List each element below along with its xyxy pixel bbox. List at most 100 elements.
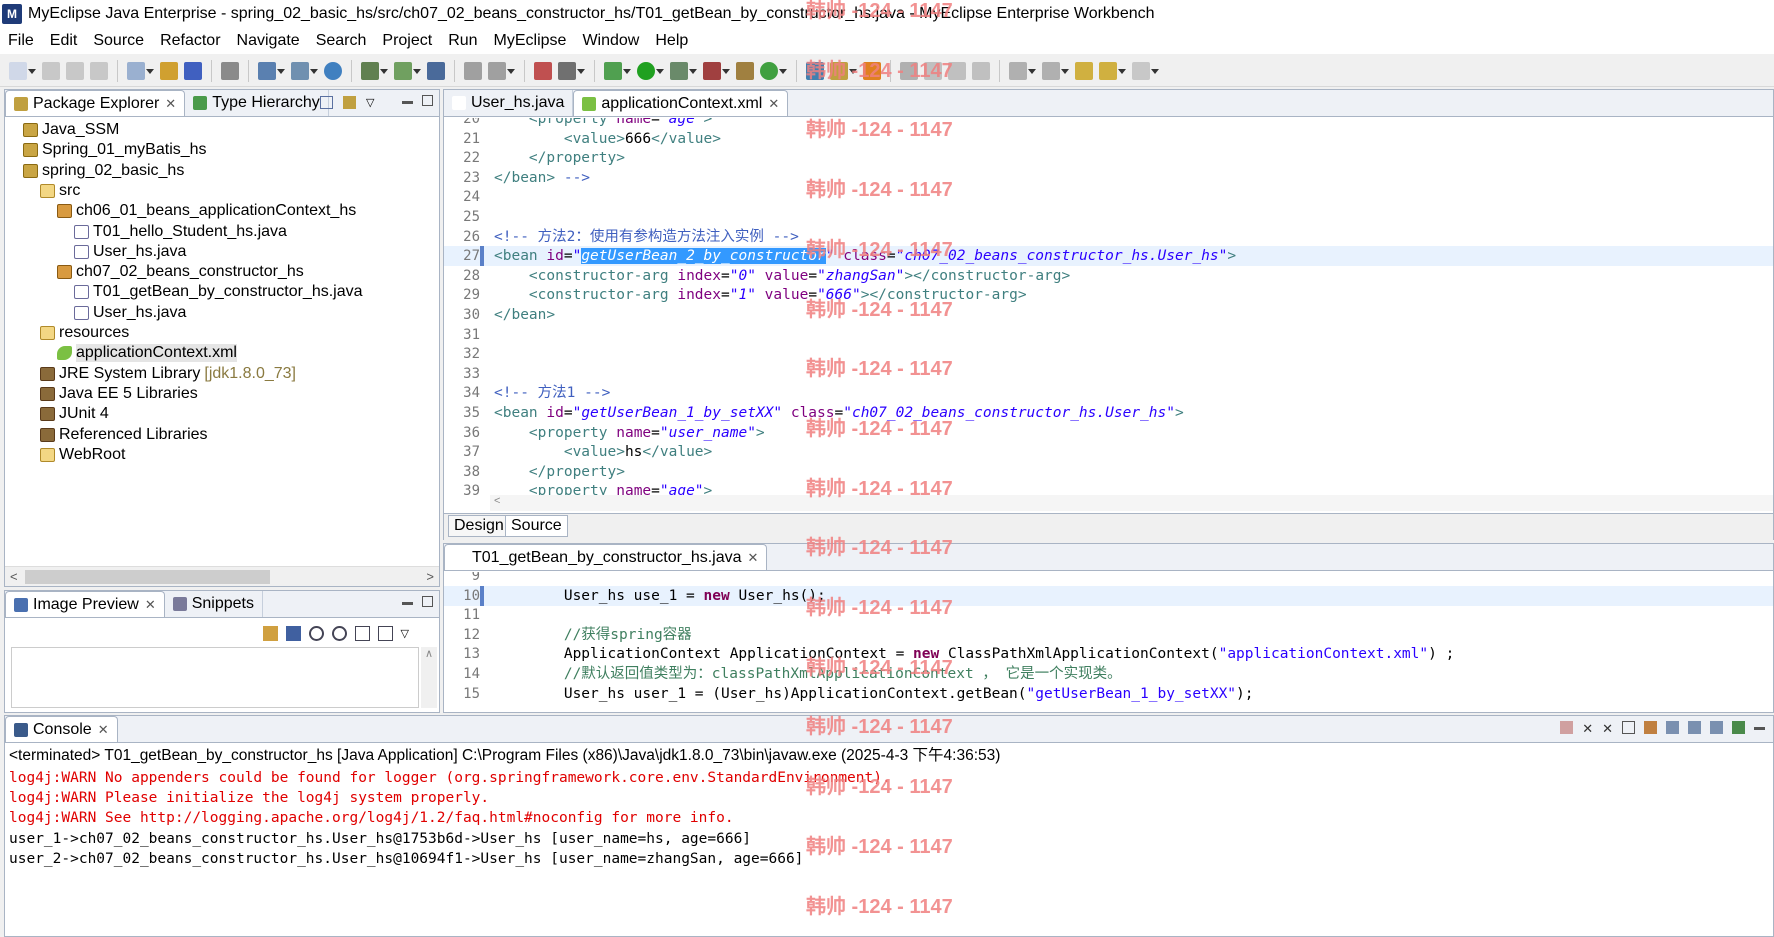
- tree-item[interactable]: Java_SSM: [23, 120, 119, 140]
- code-line[interactable]: 33: [444, 364, 1773, 384]
- code-line[interactable]: 13 ApplicationContext ApplicationContext…: [444, 644, 1773, 664]
- tree-item[interactable]: User_hs.java: [74, 303, 186, 323]
- java-source-code[interactable]: 9 10 User_hs use_1 = new User_hs(); 11 12 /…: [444, 572, 1773, 714]
- external-tools-icon[interactable]: [703, 61, 730, 80]
- annotation-icon[interactable]: [900, 61, 918, 80]
- editor-horizontal-scrollbar[interactable]: <: [490, 495, 1773, 511]
- tab-type-hierarchy[interactable]: Type Hierarchy: [185, 90, 329, 116]
- close-icon[interactable]: ✕: [145, 597, 156, 613]
- code-line[interactable]: 15 User_hs user_1 = (User_hs)Application…: [444, 684, 1773, 704]
- code-line[interactable]: 32: [444, 344, 1773, 364]
- menu-item-search[interactable]: Search: [308, 28, 375, 54]
- tree-item[interactable]: Java EE 5 Libraries: [40, 384, 198, 404]
- fit-window-icon[interactable]: [377, 625, 393, 641]
- code-line[interactable]: 24: [444, 187, 1773, 207]
- tab-package-explorer[interactable]: Package Explorer ✕: [5, 90, 186, 116]
- new-wizard-icon[interactable]: [127, 61, 154, 80]
- tree-item[interactable]: JUnit 4: [40, 404, 109, 424]
- remove-launch-icon[interactable]: ✕: [1582, 721, 1593, 737]
- search-view-icon[interactable]: [736, 61, 754, 80]
- open-type-icon[interactable]: [361, 61, 388, 80]
- run-icon[interactable]: [637, 61, 664, 80]
- clear-console-icon[interactable]: [1622, 721, 1635, 734]
- back-arrow-icon[interactable]: [1099, 61, 1126, 80]
- globe-icon[interactable]: [324, 61, 342, 80]
- code-line[interactable]: 12 //获得spring容器: [444, 625, 1773, 645]
- menu-item-myeclipse[interactable]: MyEclipse: [486, 28, 575, 54]
- close-icon[interactable]: ✕: [748, 550, 759, 566]
- menu-item-navigate[interactable]: Navigate: [229, 28, 308, 54]
- code-line[interactable]: 26 <!-- 方法2：使用有参构造方法注入实例 -->: [444, 227, 1773, 247]
- menu-item-source[interactable]: Source: [85, 28, 152, 54]
- tree-item[interactable]: ch07_02_beans_constructor_hs: [57, 262, 304, 282]
- forward-arrow-icon[interactable]: [1132, 61, 1159, 80]
- code-line[interactable]: 38 </property>: [444, 462, 1773, 482]
- tab-source[interactable]: Source: [505, 515, 568, 537]
- code-line[interactable]: 34 <!-- 方法1 -->: [444, 383, 1773, 403]
- tab-user-hs-java[interactable]: User_hs.java: [444, 90, 574, 116]
- code-line[interactable]: 11: [444, 605, 1773, 625]
- tree-item[interactable]: applicationContext.xml: [57, 343, 237, 363]
- tree-item[interactable]: T01_getBean_by_constructor_hs.java: [74, 282, 363, 302]
- link-editor-icon[interactable]: [343, 96, 356, 109]
- xml-source-code[interactable]: 20 <property name="age"> 21 <value>666</v…: [444, 118, 1773, 503]
- code-line[interactable]: 20 <property name="age">: [444, 118, 1773, 129]
- browse-icon[interactable]: [291, 61, 318, 80]
- code-line[interactable]: 36 <property name="user_name">: [444, 423, 1773, 443]
- tab-t01-getbean-by-constructor-hs-java[interactable]: T01_getBean_by_constructor_hs.java ✕: [444, 544, 768, 570]
- display-console-icon[interactable]: [1710, 721, 1723, 734]
- code-line[interactable]: 27 <bean id="getUserBean_2_by_constructor…: [444, 246, 1773, 267]
- close-icon[interactable]: ✕: [768, 96, 779, 112]
- maximize-icon[interactable]: [422, 596, 433, 607]
- collapse-all-icon[interactable]: [320, 96, 333, 109]
- minimize-icon[interactable]: [402, 101, 413, 104]
- code-line[interactable]: 31: [444, 325, 1773, 345]
- scroll-left-icon[interactable]: <: [10, 569, 18, 584]
- code-line[interactable]: 10 User_hs use_1 = new User_hs();: [444, 585, 1773, 606]
- image-fit-icon[interactable]: [285, 625, 301, 641]
- word-wrap-icon[interactable]: [1666, 721, 1679, 734]
- console-view-icon[interactable]: [558, 61, 585, 80]
- package-icon[interactable]: [160, 61, 178, 80]
- code-line[interactable]: 9: [444, 572, 1773, 586]
- refresh-preview-icon[interactable]: [262, 625, 278, 641]
- server-icon[interactable]: [221, 61, 239, 80]
- view-menu-icon[interactable]: ▽: [401, 627, 409, 640]
- minimize-icon[interactable]: [402, 602, 413, 605]
- debug-icon[interactable]: [604, 61, 631, 80]
- tab-applicationcontext-xml[interactable]: applicationContext.xml ✕: [573, 90, 789, 116]
- tree-item[interactable]: resources: [40, 323, 129, 343]
- database-icon[interactable]: [806, 61, 824, 80]
- menu-item-edit[interactable]: Edit: [42, 28, 86, 54]
- code-line[interactable]: 14 //默认返回值类型为：classPathXmlApplicationCon…: [444, 664, 1773, 684]
- vertical-scrollbar[interactable]: ∧: [421, 647, 437, 708]
- tree-item[interactable]: User_hs.java: [74, 242, 186, 262]
- tree-item[interactable]: Referenced Libraries: [40, 425, 208, 445]
- menu-item-project[interactable]: Project: [374, 28, 440, 54]
- last-edit-icon[interactable]: [1075, 61, 1093, 80]
- zoom-in-icon[interactable]: [331, 625, 347, 641]
- open-resource-icon[interactable]: [394, 61, 421, 80]
- tab-image-preview[interactable]: Image Preview ✕: [5, 591, 165, 617]
- code-line[interactable]: 28 <constructor-arg index="0" value="zha…: [444, 266, 1773, 286]
- print-icon[interactable]: [90, 61, 108, 80]
- menu-item-help[interactable]: Help: [647, 28, 696, 54]
- horizontal-scrollbar[interactable]: < >: [5, 566, 439, 586]
- code-line[interactable]: 30 </bean>: [444, 305, 1773, 325]
- close-icon[interactable]: ✕: [98, 722, 109, 738]
- flame-icon[interactable]: [863, 61, 881, 80]
- new-class-icon[interactable]: [534, 61, 552, 80]
- code-line[interactable]: 29 <constructor-arg index="1" value="666…: [444, 285, 1773, 305]
- pin-console-icon[interactable]: [1688, 721, 1701, 734]
- tab-snippets[interactable]: Snippets: [165, 591, 263, 617]
- open-console-icon[interactable]: [1732, 721, 1745, 734]
- next-annotation-icon[interactable]: [1009, 61, 1036, 80]
- tree-item[interactable]: JRE System Library [jdk1.8.0_73]: [40, 364, 296, 384]
- tree-item[interactable]: Spring_01_myBatis_hs: [23, 140, 207, 160]
- save-icon[interactable]: [42, 61, 60, 80]
- zoom-out-icon[interactable]: [308, 625, 324, 641]
- scroll-lock-icon[interactable]: [1644, 721, 1657, 734]
- scrollbar-thumb[interactable]: [25, 570, 270, 584]
- menu-item-refactor[interactable]: Refactor: [152, 28, 228, 54]
- workbench-icon[interactable]: [427, 61, 445, 80]
